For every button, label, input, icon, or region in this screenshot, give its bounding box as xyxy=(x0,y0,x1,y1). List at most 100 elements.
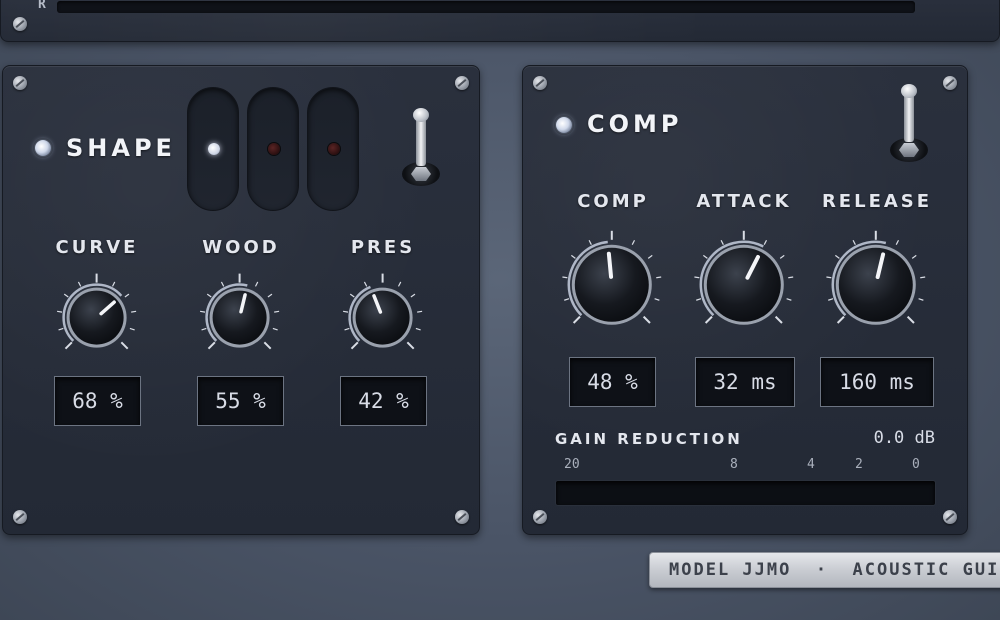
curve-value-display[interactable]: 68 % xyxy=(54,376,141,426)
knob-tick xyxy=(562,276,568,279)
release-label: RELEASE xyxy=(821,191,933,212)
gain-reduction-label: GAIN REDUCTION xyxy=(555,430,743,448)
shape-mode-slot-3[interactable] xyxy=(307,87,359,211)
shape-mode-slot-2[interactable] xyxy=(247,87,299,211)
comp-title: COMP xyxy=(587,110,683,138)
knob-tick xyxy=(588,240,593,246)
knob-tick xyxy=(907,316,915,324)
knob-tick xyxy=(564,298,570,302)
knob-tick xyxy=(920,276,926,279)
knob-tick xyxy=(835,255,840,260)
comp-power-led-icon[interactable] xyxy=(556,117,572,133)
comp-toggle-switch-icon[interactable] xyxy=(889,84,929,162)
knob-graphic[interactable] xyxy=(191,269,288,366)
knob-tick xyxy=(643,316,651,324)
attack-label: ATTACK xyxy=(696,191,792,212)
knob-tick xyxy=(416,328,422,331)
knob-graphic[interactable] xyxy=(334,269,431,366)
knob-tick xyxy=(121,342,129,350)
comp-amount-label: COMP xyxy=(577,191,649,212)
knob-body[interactable] xyxy=(69,290,124,345)
knob-tick xyxy=(656,276,662,279)
pres-value-display[interactable]: 42 % xyxy=(340,376,427,426)
knob-tick xyxy=(654,298,660,302)
wood-label: WOOD xyxy=(202,237,280,258)
screw-icon xyxy=(13,510,27,524)
gr-scale-tick: 20 xyxy=(564,457,580,472)
mode-led-icon xyxy=(328,143,340,155)
knob-tick xyxy=(221,282,225,288)
knob-tick xyxy=(398,282,402,288)
gr-scale-tick: 0 xyxy=(912,457,920,472)
attack-value-display[interactable]: 32 ms xyxy=(695,357,795,407)
knob-graphic[interactable] xyxy=(48,269,145,366)
knob-tick xyxy=(852,240,857,246)
knob-tick xyxy=(65,342,73,350)
shape-power-led-icon[interactable] xyxy=(35,140,51,156)
knob-body[interactable] xyxy=(574,247,649,322)
knob-tick xyxy=(696,298,702,302)
curve-label: CURVE xyxy=(55,237,139,258)
knob-tick xyxy=(124,293,130,298)
knob-tick xyxy=(208,342,216,350)
knob-tick xyxy=(201,328,207,331)
screw-icon xyxy=(943,76,957,90)
comp-amount-value-display[interactable]: 48 % xyxy=(569,357,656,407)
output-meter-right xyxy=(57,1,915,13)
screw-icon xyxy=(943,510,957,524)
knob-tick xyxy=(64,293,70,298)
knob-tick xyxy=(130,328,136,331)
pres-label: PRES xyxy=(350,237,416,258)
knob-tick xyxy=(207,293,213,298)
knob-body[interactable] xyxy=(212,290,267,345)
wood-value-display[interactable]: 55 % xyxy=(197,376,284,426)
top-meter-strip: R xyxy=(0,0,1000,42)
model-nameplate: MODEL JJMO · ACOUSTIC GUITAR xyxy=(649,552,1000,588)
knob-graphic[interactable] xyxy=(547,220,677,350)
knob-tick xyxy=(775,316,783,324)
knob-tick xyxy=(912,255,917,260)
knob-tick xyxy=(200,311,206,314)
mode-led-icon xyxy=(268,143,280,155)
knob-tick xyxy=(571,255,576,260)
knob-tick xyxy=(417,311,423,314)
screw-icon xyxy=(455,76,469,90)
gain-reduction-readout: 0.0 dB xyxy=(873,428,935,448)
knob-tick xyxy=(694,276,700,279)
knob-tick xyxy=(837,316,845,324)
knob-tick xyxy=(264,342,272,350)
knob-tick xyxy=(828,298,834,302)
shape-mode-slot-1[interactable] xyxy=(187,87,239,211)
knob-tick xyxy=(350,293,356,298)
knob-tick xyxy=(274,311,280,314)
knob-tick xyxy=(78,282,82,288)
knob-tick xyxy=(788,276,794,279)
knob-tick xyxy=(648,255,653,260)
knob-tick xyxy=(57,311,63,314)
knob-tick xyxy=(364,282,368,288)
knob-body[interactable] xyxy=(838,247,913,322)
screw-icon xyxy=(13,17,27,31)
shape-toggle-switch-icon[interactable] xyxy=(401,108,441,186)
knob-tick xyxy=(631,240,636,246)
knob-body[interactable] xyxy=(706,247,781,322)
knob-tick xyxy=(273,328,279,331)
knob-tick xyxy=(255,282,259,288)
knob-tick xyxy=(703,255,708,260)
screw-icon xyxy=(455,510,469,524)
knob-tick xyxy=(407,342,415,350)
gr-scale-tick: 2 xyxy=(855,457,863,472)
knob-graphic[interactable] xyxy=(811,220,941,350)
knob-tick xyxy=(918,298,924,302)
screw-icon xyxy=(13,76,27,90)
knob-tick xyxy=(351,342,359,350)
channel-label: R xyxy=(38,0,46,12)
knob-tick xyxy=(344,328,350,331)
knob-body[interactable] xyxy=(355,290,410,345)
release-value-display[interactable]: 160 ms xyxy=(820,357,934,407)
mode-led-icon xyxy=(208,143,220,155)
gain-reduction-meter xyxy=(555,480,936,506)
knob-pointer xyxy=(607,251,614,280)
knob-graphic[interactable] xyxy=(679,220,809,350)
knob-tick xyxy=(58,328,64,331)
